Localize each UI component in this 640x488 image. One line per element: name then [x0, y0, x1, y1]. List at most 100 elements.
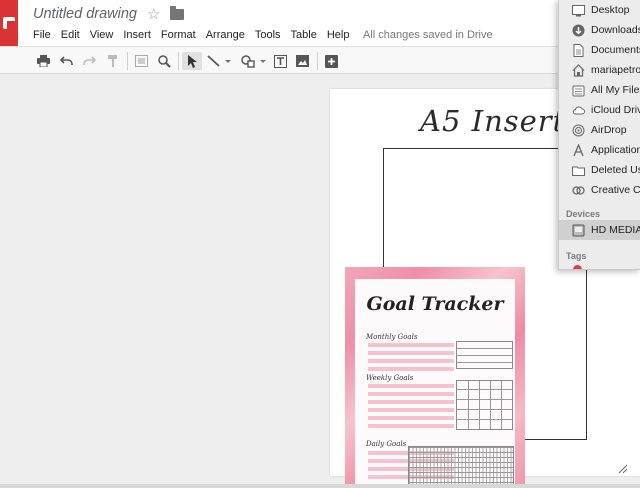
finder-item-deleted-users[interactable]: Deleted Us — [559, 160, 640, 180]
grid-line — [457, 409, 512, 410]
horizontal-scrollbar[interactable] — [0, 484, 640, 488]
toolbar-divider — [317, 52, 318, 70]
grid-line — [490, 381, 491, 429]
finder-item-desktop[interactable]: Desktop — [559, 0, 640, 20]
weekly-goals-label: Weekly Goals — [366, 374, 414, 382]
add-comment-icon[interactable] — [323, 52, 339, 70]
menu-table[interactable]: Table — [286, 28, 322, 42]
grid-line — [457, 419, 512, 420]
finder-item-airdrop[interactable]: AirDrop — [559, 120, 640, 140]
shape-icon[interactable] — [240, 52, 268, 70]
finder-item-documents[interactable]: Documents — [559, 40, 640, 60]
finder-item-label: AirDrop — [591, 124, 627, 136]
icloud-icon — [572, 106, 585, 114]
goal-line — [368, 424, 454, 428]
grid-line — [457, 355, 512, 356]
menu-arrange[interactable]: Arrange — [201, 28, 250, 42]
goal-line — [368, 408, 454, 412]
grid-line — [457, 362, 512, 363]
finder-item-label: Downloads — [591, 24, 640, 36]
move-to-folder-icon[interactable] — [170, 6, 184, 20]
save-status: All changes saved in Drive — [363, 29, 493, 41]
menu-help[interactable]: Help — [322, 28, 355, 42]
goal-tracker-sheet: Goal Tracker Monthly Goals Weekly Goals — [355, 279, 515, 488]
finder-item-label: Documents — [591, 44, 640, 56]
finder-item-icloud[interactable]: iCloud Drive — [559, 100, 640, 120]
finder-item-downloads[interactable]: Downloads — [559, 20, 640, 40]
image-icon[interactable] — [294, 52, 310, 70]
downloads-icon — [572, 24, 585, 36]
drive-icon — [572, 224, 585, 236]
finder-sidebar: Desktop Downloads Documents mariapetro A… — [558, 0, 640, 270]
drawings-logo[interactable] — [0, 0, 18, 46]
goal-line — [368, 367, 454, 371]
grid-line — [468, 381, 469, 429]
line-icon[interactable] — [206, 52, 232, 70]
monthly-goals-label: Monthly Goals — [366, 333, 418, 341]
finder-item-home[interactable]: mariapetro — [559, 60, 640, 80]
goal-line — [368, 384, 454, 388]
toolbar-divider — [178, 52, 179, 70]
documents-icon — [573, 43, 584, 57]
finder-item-label: iCloud Drive — [591, 104, 640, 116]
toolbar — [0, 46, 640, 74]
goal-line — [368, 392, 454, 396]
redo-icon[interactable] — [81, 52, 97, 70]
devices-section-label: Devices — [566, 209, 601, 219]
tag-red-icon[interactable] — [573, 265, 582, 269]
grid-line — [457, 389, 512, 390]
goal-line — [368, 400, 454, 404]
home-icon — [572, 63, 585, 77]
finder-item-applications[interactable]: Applications — [559, 140, 640, 160]
app-header: Untitled drawing ☆ File Edit View Insert… — [0, 0, 640, 46]
weekly-grid — [456, 380, 513, 430]
finder-item-all-my-files[interactable]: All My Files — [559, 80, 640, 100]
fit-icon[interactable] — [133, 52, 149, 70]
menu-format[interactable]: Format — [156, 28, 201, 42]
menu-insert[interactable]: Insert — [118, 28, 156, 42]
undo-icon[interactable] — [58, 52, 74, 70]
folder-icon — [572, 166, 585, 176]
select-icon[interactable] — [182, 52, 202, 70]
goal-line — [368, 359, 454, 363]
zoom-icon[interactable] — [156, 52, 172, 70]
finder-item-label: HD MEDIA — [591, 224, 640, 236]
resize-handle-icon[interactable] — [616, 462, 628, 474]
print-icon[interactable] — [35, 52, 51, 70]
finder-item-label: Applications — [591, 144, 640, 156]
desktop-icon — [572, 4, 585, 16]
finder-item-label: mariapetro — [591, 64, 640, 76]
finder-item-label: All My Files — [591, 84, 640, 96]
menu-view[interactable]: View — [85, 28, 119, 42]
finder-item-label: Creative C — [591, 184, 640, 196]
menu-file[interactable]: File — [33, 28, 56, 42]
goal-line — [368, 343, 454, 347]
daily-goals-label: Daily Goals — [366, 440, 407, 448]
finder-item-hd-media[interactable]: HD MEDIA — [559, 220, 640, 240]
airdrop-icon — [572, 124, 585, 136]
grid-line — [457, 399, 512, 400]
menu-edit[interactable]: Edit — [56, 28, 85, 42]
applications-icon — [573, 143, 584, 156]
goal-tracker-image[interactable]: Goal Tracker Monthly Goals Weekly Goals — [345, 267, 525, 488]
goal-line — [368, 416, 454, 420]
finder-item-label: Desktop — [591, 4, 630, 16]
creative-cloud-icon — [572, 185, 585, 195]
star-icon[interactable]: ☆ — [147, 5, 160, 23]
all-files-icon — [572, 85, 585, 96]
textbox-icon[interactable] — [272, 52, 288, 70]
finder-item-label: Deleted Us — [591, 164, 640, 176]
daily-grid — [408, 446, 514, 488]
grid-line — [479, 381, 480, 429]
paint-format-icon[interactable] — [105, 52, 121, 70]
tracker-title: Goal Tracker — [366, 293, 504, 315]
menu-bar: File Edit View Insert Format Arrange Too… — [33, 28, 354, 42]
drawings-logo-icon — [3, 17, 15, 29]
goal-line — [368, 351, 454, 355]
document-title[interactable]: Untitled drawing — [33, 6, 137, 22]
grid-line — [457, 348, 512, 349]
toolbar-divider — [127, 52, 128, 70]
menu-tools[interactable]: Tools — [250, 28, 286, 42]
grid-line — [501, 381, 502, 429]
finder-item-creative-cloud[interactable]: Creative C — [559, 180, 640, 200]
